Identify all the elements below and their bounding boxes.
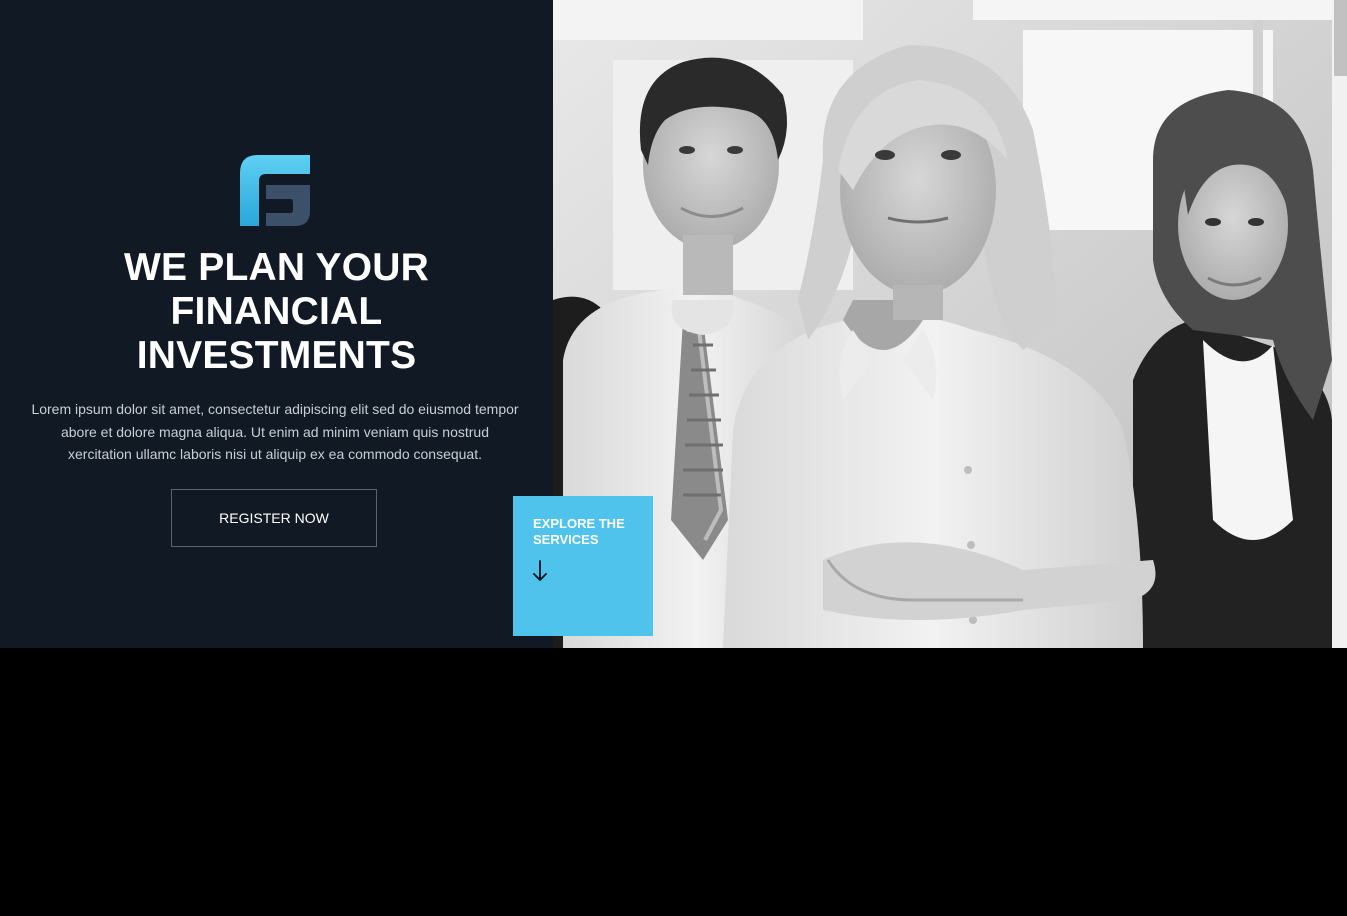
below-fold-area (0, 648, 1347, 916)
business-team-photo (553, 0, 1332, 648)
headline-line: FINANCIAL (170, 290, 383, 333)
team-photo-illustration (553, 0, 1332, 648)
landing-viewport: WE PLAN YOUR FINANCIAL INVESTMENTS Lorem… (0, 0, 1347, 648)
hero-lead-text: Lorem ipsum dolor sit amet, consectetur … (31, 401, 519, 462)
headline-line: INVESTMENTS (136, 334, 417, 377)
hero-left-panel: WE PLAN YOUR FINANCIAL INVESTMENTS Lorem… (0, 0, 553, 648)
arrow-down-icon (533, 560, 547, 581)
hero-headline: WE PLAN YOUR FINANCIAL INVESTMENTS (0, 246, 553, 378)
headline-line: WE PLAN YOUR (123, 246, 430, 289)
scrollbar-thumb[interactable] (1334, 0, 1347, 76)
company-logo-icon (240, 155, 310, 226)
register-now-button[interactable]: REGISTER NOW (171, 489, 377, 547)
explore-services-label: EXPLORE THE SERVICES (533, 516, 625, 547)
explore-services-button[interactable]: EXPLORE THE SERVICES (513, 496, 653, 636)
page-scrollbar[interactable] (1332, 0, 1347, 648)
